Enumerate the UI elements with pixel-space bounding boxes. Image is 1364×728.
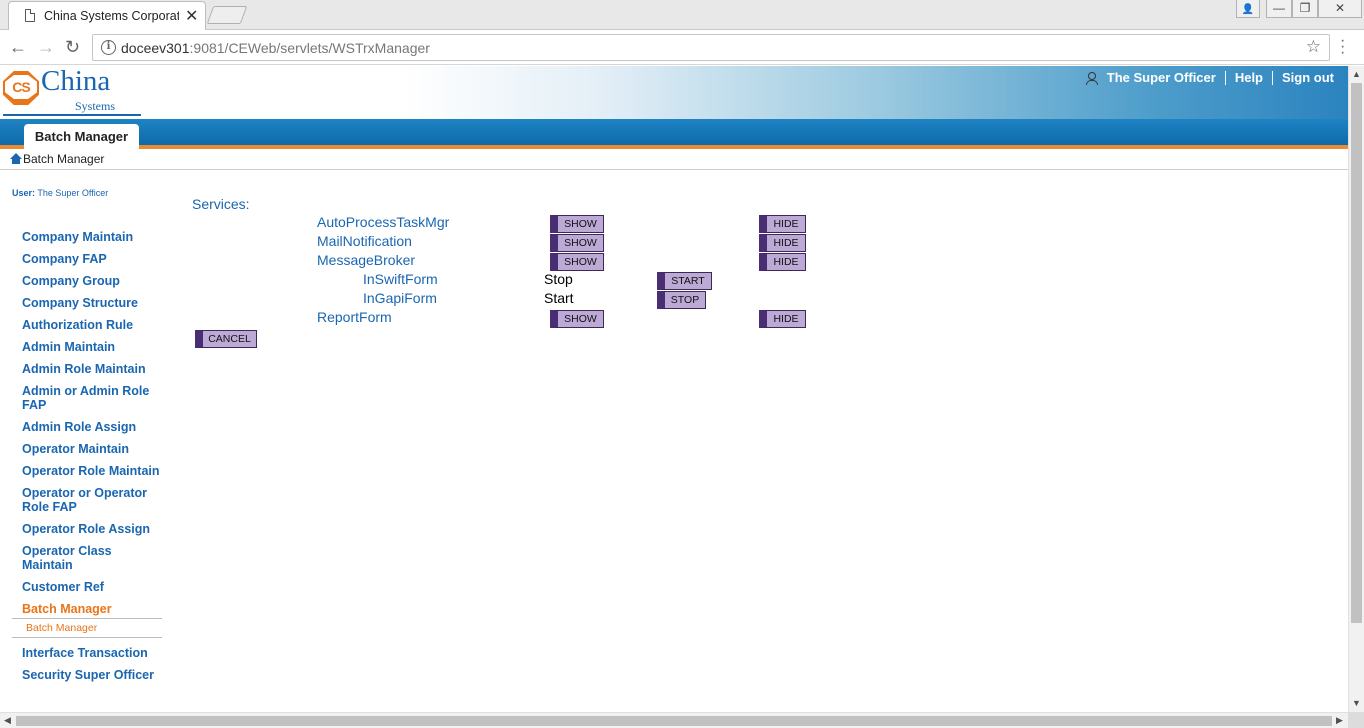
sidebar-item-admin-role-assign[interactable]: Admin Role Assign xyxy=(22,420,162,434)
cancel-button[interactable]: CANCEL xyxy=(195,330,257,348)
page-header: CS China Systems The Super Officer Help Si… xyxy=(0,66,1348,119)
browser-menu-icon[interactable]: · · · xyxy=(1340,33,1345,61)
sidebar-item-batch-manager[interactable]: Batch Manager xyxy=(22,602,162,616)
sub-service-name[interactable]: InGapiForm xyxy=(363,290,437,306)
sidebar-item-operator-role-assign[interactable]: Operator Role Assign xyxy=(22,522,162,536)
header-divider xyxy=(1224,70,1226,85)
sidebar-item-interface-transaction[interactable]: Interface Transaction xyxy=(22,646,162,660)
service-status: Stop xyxy=(544,271,573,287)
breadcrumb-current: Batch Manager xyxy=(23,152,105,166)
reload-icon[interactable]: ↻ xyxy=(65,37,80,58)
scrollbar-corner xyxy=(1348,712,1364,728)
tab-title: China Systems Corporati xyxy=(44,9,179,23)
logo-badge-text: CS xyxy=(5,75,37,99)
user-icon: 👤 xyxy=(1241,4,1255,15)
sidebar-user-label: User: xyxy=(12,188,36,198)
sidebar-user-value: The Super Officer xyxy=(37,188,109,198)
scroll-right-icon[interactable]: ▶ xyxy=(1336,715,1343,726)
stop-button[interactable]: STOP xyxy=(657,291,706,309)
minimize-button[interactable]: — xyxy=(1266,0,1292,18)
show-button[interactable]: SHOW xyxy=(550,310,604,328)
logo-underline xyxy=(3,114,141,116)
horizontal-scrollbar[interactable]: ◀ ▶ xyxy=(0,712,1348,728)
show-button[interactable]: SHOW xyxy=(550,234,604,252)
bookmark-star-icon[interactable]: ☆ xyxy=(1306,37,1321,57)
url-text[interactable]: doceev301:9081/CEWeb/servlets/WSTrxManag… xyxy=(121,40,430,56)
logo-subtitle: Systems xyxy=(75,99,116,113)
url-path: :9081/CEWeb/servlets/WSTrxManager xyxy=(189,40,430,56)
sidebar-item-admin-role-fap[interactable]: Admin or Admin Role FAP xyxy=(22,384,162,412)
sidebar-item-operator-maintain[interactable]: Operator Maintain xyxy=(22,442,162,456)
page: CS China Systems The Super Officer Help Si… xyxy=(0,66,1348,712)
service-name[interactable]: MessageBroker xyxy=(317,252,415,268)
sidebar-subitem-batch-manager[interactable]: Batch Manager xyxy=(12,618,162,638)
service-name[interactable]: MailNotification xyxy=(317,233,412,249)
sidebar-item-security-super-officer[interactable]: Security Super Officer xyxy=(22,668,162,682)
show-button[interactable]: SHOW xyxy=(550,215,604,233)
vertical-scrollbar[interactable]: ▲ ▼ xyxy=(1348,66,1364,712)
help-link[interactable]: Help xyxy=(1235,70,1263,85)
tab-batch-manager[interactable]: Batch Manager xyxy=(24,124,139,149)
sidebar-item-customer-ref[interactable]: Customer Ref xyxy=(22,580,162,594)
url-host: doceev301 xyxy=(121,40,190,56)
sidebar-item-company-fap[interactable]: Company FAP xyxy=(22,252,162,266)
sign-out-link[interactable]: Sign out xyxy=(1282,70,1334,85)
service-status: Start xyxy=(544,290,574,306)
address-bar[interactable]: i doceev301:9081/CEWeb/servlets/WSTrxMan… xyxy=(92,34,1330,61)
main-nav-bar xyxy=(0,119,1348,145)
sidebar-item-admin-maintain[interactable]: Admin Maintain xyxy=(22,340,162,354)
hide-button[interactable]: HIDE xyxy=(759,234,806,252)
sidebar-item-operator-role-maintain[interactable]: Operator Role Maintain xyxy=(22,464,162,478)
sub-service-name[interactable]: InSwiftForm xyxy=(363,271,438,287)
user-icon xyxy=(1085,71,1098,85)
sidebar-item-company-maintain[interactable]: Company Maintain xyxy=(22,230,162,244)
header-links: The Super Officer Help Sign out xyxy=(1085,69,1334,85)
scroll-up-icon[interactable]: ▲ xyxy=(1352,69,1361,79)
document-icon xyxy=(25,9,35,22)
tab-close-icon[interactable]: ✕ xyxy=(185,6,198,26)
info-icon[interactable]: i xyxy=(101,40,116,55)
new-tab-button[interactable] xyxy=(206,6,248,24)
china-systems-logo[interactable]: CS China Systems xyxy=(3,66,143,117)
profile-button[interactable]: 👤 xyxy=(1236,0,1260,18)
browser-tab[interactable]: China Systems Corporati ✕ xyxy=(8,1,206,30)
start-button[interactable]: START xyxy=(657,272,712,290)
show-button[interactable]: SHOW xyxy=(550,253,604,271)
sidebar-user-line: User: The Super Officer xyxy=(12,188,108,198)
vertical-scroll-thumb[interactable] xyxy=(1351,83,1362,623)
sidebar-item-operator-role-fap[interactable]: Operator or Operator Role FAP xyxy=(22,486,162,514)
scroll-left-icon[interactable]: ◀ xyxy=(4,715,11,726)
logo-name: China xyxy=(41,66,111,97)
service-name[interactable]: ReportForm xyxy=(317,309,392,325)
hide-button[interactable]: HIDE xyxy=(759,215,806,233)
service-name[interactable]: AutoProcessTaskMgr xyxy=(317,214,449,230)
services-label: Services: xyxy=(192,196,250,212)
scroll-down-icon[interactable]: ▼ xyxy=(1352,698,1361,708)
sidebar-menu: Company Maintain Company FAP Company Gro… xyxy=(12,230,162,690)
hide-button[interactable]: HIDE xyxy=(759,310,806,328)
header-user-name[interactable]: The Super Officer xyxy=(1107,70,1216,85)
horizontal-scroll-thumb[interactable] xyxy=(16,716,1332,726)
breadcrumb: Batch Manager xyxy=(0,149,1348,170)
sidebar-item-company-structure[interactable]: Company Structure xyxy=(22,296,162,310)
sidebar-item-authorization-rule[interactable]: Authorization Rule xyxy=(22,318,162,332)
window-close-button[interactable]: ✕ xyxy=(1318,0,1362,18)
restore-button[interactable]: ❐ xyxy=(1292,0,1318,18)
sidebar-item-company-group[interactable]: Company Group xyxy=(22,274,162,288)
forward-icon[interactable]: → xyxy=(37,37,55,58)
home-icon[interactable] xyxy=(10,153,22,164)
hide-button[interactable]: HIDE xyxy=(759,253,806,271)
browser-toolbar: ← → ↻ i doceev301:9081/CEWeb/servlets/WS… xyxy=(0,30,1364,65)
back-icon[interactable]: ← xyxy=(9,37,27,58)
sidebar-item-operator-class-maintain[interactable]: Operator Class Maintain xyxy=(22,544,162,572)
sidebar-item-admin-role-maintain[interactable]: Admin Role Maintain xyxy=(22,362,162,376)
browser-titlebar: China Systems Corporati ✕ 👤 — ❐ ✕ xyxy=(0,0,1364,30)
header-divider xyxy=(1272,70,1273,85)
